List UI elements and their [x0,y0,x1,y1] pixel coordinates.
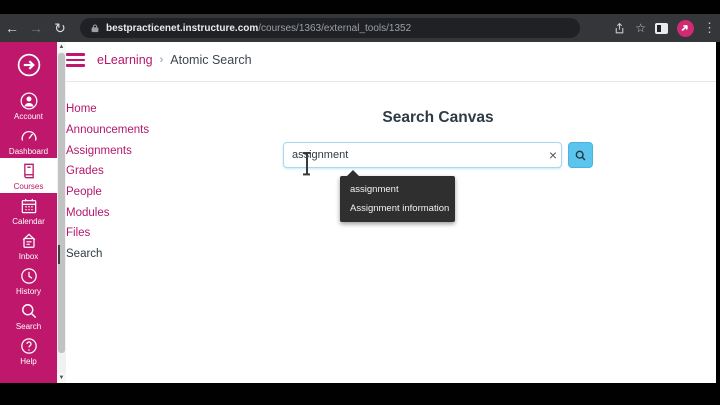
search-input[interactable] [283,142,562,168]
search-input-wrap: × [283,142,562,168]
header-divider [66,81,716,82]
breadcrumb-current-page: Atomic Search [170,53,252,67]
sidebar-item-dashboard[interactable]: Dashboard [0,123,57,158]
letterbox-top [0,0,720,14]
course-nav-item-grades[interactable]: Grades [66,161,196,182]
dashboard-icon [21,130,36,141]
suggestion-item[interactable]: Assignment information [340,199,455,218]
browser-forward-button[interactable]: → [24,20,48,36]
breadcrumb-course-link[interactable]: eLearning [97,53,153,67]
breadcrumb-separator: › [159,54,164,66]
sidebar-item-calendar[interactable]: Calendar [0,193,57,228]
course-nav-item-people[interactable]: People [66,182,196,203]
sidebar-item-inbox[interactable]: Inbox [0,228,57,263]
scrollbar-thumb[interactable] [58,53,65,353]
sidebar-item-search[interactable]: Search [0,298,57,333]
sidebar-item-label: Courses [13,181,44,191]
hamburger-menu-icon[interactable] [66,53,85,67]
history-icon [20,267,37,284]
course-nav-item-modules[interactable]: Modules [66,202,196,223]
sidebar-item-label: Calendar [12,216,45,226]
course-nav-item-announcements[interactable]: Announcements [66,120,196,141]
browser-actions: ☆ ➜ ⋮ [613,19,716,37]
scroll-up-arrow-icon[interactable]: ▲ [57,42,66,52]
suggestion-item[interactable]: assignment [340,180,455,199]
breadcrumb: eLearning › Atomic Search [66,53,252,67]
sidebar-item-history[interactable]: History [0,263,57,298]
sidebar-item-label: Search [15,321,42,331]
search-icon [21,303,36,318]
search-suggestions-dropdown: assignment Assignment information [340,170,455,222]
inbox-icon [22,232,35,248]
browser-back-button[interactable]: ← [0,20,24,36]
canvas-page: Account Dashboard Courses Calendar Inbox… [0,42,716,383]
url-text: bestpracticenet.instructure.com/courses/… [106,23,411,34]
share-icon[interactable] [613,22,626,35]
address-bar[interactable]: bestpracticenet.instructure.com/courses/… [80,18,580,38]
url-domain: bestpracticenet.instructure.com [106,22,259,34]
page-title: Search Canvas [382,109,494,126]
calendar-icon [21,198,36,213]
sidebar-item-label: Dashboard [8,146,49,156]
course-nav: Home Announcements Assignments Grades Pe… [58,99,196,265]
lock-icon [90,23,100,34]
mouse-ibeam-cursor [303,152,310,175]
sidebar-item-label: History [16,286,41,296]
search-submit-button[interactable] [568,142,593,168]
help-icon [20,337,37,354]
institution-logo[interactable] [0,42,57,88]
course-nav-item-assignments[interactable]: Assignments [66,140,196,161]
url-path: /courses/1363/external_tools/1352 [258,22,412,34]
browser-toolbar: ← → ↻ bestpracticenet.instructure.com/co… [0,14,720,42]
sidebar-item-help[interactable]: Help [0,333,57,368]
global-nav-sidebar: Account Dashboard Courses Calendar Inbox… [0,42,57,383]
letterbox-bottom [0,383,720,405]
course-nav-item-files[interactable]: Files [66,223,196,244]
side-panel-icon[interactable] [655,22,668,34]
browser-profile-avatar[interactable]: ➜ [677,19,694,37]
courses-icon [23,163,34,178]
sidebar-item-courses[interactable]: Courses [0,158,57,193]
magnifier-icon [575,150,586,160]
course-nav-item-home[interactable]: Home [66,99,196,120]
page-scrollbar[interactable]: ▲ ▼ [57,42,66,383]
scroll-down-arrow-icon[interactable]: ▼ [57,373,66,383]
browser-reload-button[interactable]: ↻ [48,20,72,37]
screen: ← → ↻ bestpracticenet.instructure.com/co… [0,0,720,405]
sidebar-item-account[interactable]: Account [0,88,57,123]
sidebar-item-label: Account [14,111,43,121]
clear-search-icon[interactable]: × [549,142,557,168]
course-nav-item-search[interactable]: Search [58,244,196,265]
browser-menu-icon[interactable]: ⋮ [703,20,716,36]
sidebar-item-label: Help [20,356,37,366]
sidebar-item-label: Inbox [18,251,39,261]
bookmark-star-icon[interactable]: ☆ [635,21,646,35]
arrow-circle-logo-icon [17,53,40,77]
account-icon [20,92,37,109]
search-bar: × [283,142,593,168]
